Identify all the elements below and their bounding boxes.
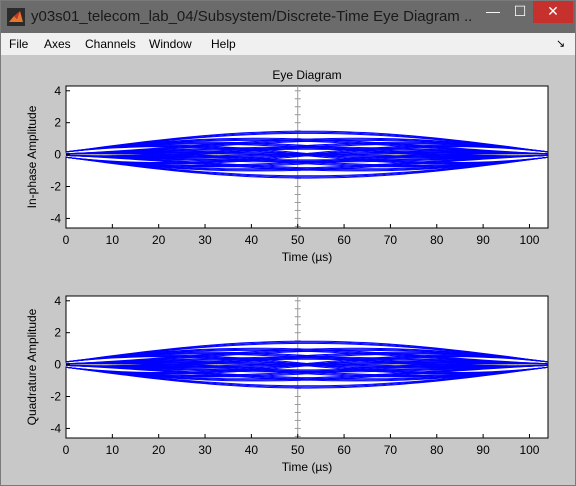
x-tick-label: 70 bbox=[384, 233, 398, 247]
close-button[interactable]: ✕ bbox=[533, 1, 573, 23]
menu-bar: File Axes Channels Window Help ↘ bbox=[1, 33, 575, 56]
y-tick-label: 4 bbox=[54, 84, 61, 98]
menu-help[interactable]: Help bbox=[211, 37, 236, 51]
eye-diagram-figure: Eye Diagram0 10 20 30 40 50 60 70 80 90 100-4-2024… bbox=[25, 68, 549, 474]
x-tick-label: 30 bbox=[198, 233, 212, 247]
eye-plot-2: 0 10 20 30 40 50 60 70 80 90 100 -4 -2 0 2 4 Time (µs) Qu… bbox=[25, 294, 549, 474]
menu-axes[interactable]: Axes bbox=[44, 37, 71, 51]
y-tick-label: -4 bbox=[50, 211, 61, 225]
menu-window[interactable]: Window bbox=[149, 37, 192, 51]
x-tick-label: 0 bbox=[63, 443, 70, 457]
x-tick-label: 80 bbox=[430, 443, 444, 457]
y-tick-label: 2 bbox=[54, 116, 61, 130]
x-axis-label: Time (µs) bbox=[282, 250, 332, 264]
title-bar[interactable]: y03s01_telecom_lab_04/Subsystem/Discrete… bbox=[1, 1, 575, 33]
x-tick-label: 80 bbox=[430, 233, 444, 247]
menu-channels[interactable]: Channels bbox=[85, 37, 136, 51]
x-tick-label: 40 bbox=[245, 443, 259, 457]
y-tick-label: 0 bbox=[54, 148, 61, 162]
menu-file[interactable]: File bbox=[9, 37, 28, 51]
y-axis-label: Quadrature Amplitude bbox=[25, 308, 39, 425]
x-tick-label: 10 bbox=[106, 443, 120, 457]
dock-arrow-icon[interactable]: ↘ bbox=[556, 37, 565, 50]
x-tick-label: 40 bbox=[245, 233, 259, 247]
y-tick-label: 2 bbox=[54, 326, 61, 340]
y-axis-label: In-phase Amplitude bbox=[25, 105, 39, 208]
y-tick-label: -2 bbox=[50, 390, 61, 404]
y-tick-label: -4 bbox=[50, 421, 61, 435]
matlab-icon bbox=[7, 8, 25, 26]
x-tick-label: 60 bbox=[337, 443, 351, 457]
y-tick-label: 4 bbox=[54, 294, 61, 308]
x-tick-label: 50 bbox=[291, 443, 305, 457]
y-tick-label: -2 bbox=[50, 180, 61, 194]
minimize-button[interactable]: — bbox=[479, 1, 507, 23]
figure-area: Eye Diagram 0 10 20 30 40 50 60 70 80 90 100 -4 -2 0 2 4… bbox=[8, 56, 568, 480]
eye-plot-1: Eye Diagram 0 10 20 30 40 50 60 70 80 90 100 -4 -2 0 2 4… bbox=[25, 68, 549, 264]
x-tick-label: 50 bbox=[291, 233, 305, 247]
x-tick-label: 20 bbox=[152, 443, 166, 457]
x-tick-label: 60 bbox=[337, 233, 351, 247]
x-tick-label: 90 bbox=[476, 443, 490, 457]
maximize-button[interactable]: ☐ bbox=[507, 1, 533, 23]
x-tick-label: 30 bbox=[198, 443, 212, 457]
x-tick-label: 70 bbox=[384, 443, 398, 457]
x-tick-label: 100 bbox=[519, 233, 539, 247]
y-tick-label: 0 bbox=[54, 358, 61, 372]
x-tick-label: 10 bbox=[106, 233, 120, 247]
x-tick-label: 0 bbox=[63, 233, 70, 247]
x-tick-label: 20 bbox=[152, 233, 166, 247]
x-tick-label: 90 bbox=[476, 233, 490, 247]
window-title: y03s01_telecom_lab_04/Subsystem/Discrete… bbox=[31, 8, 471, 25]
scope-window: y03s01_telecom_lab_04/Subsystem/Discrete… bbox=[0, 0, 576, 486]
x-axis-label: Time (µs) bbox=[282, 460, 332, 474]
x-tick-label: 100 bbox=[519, 443, 539, 457]
plot-title: Eye Diagram bbox=[272, 68, 341, 82]
